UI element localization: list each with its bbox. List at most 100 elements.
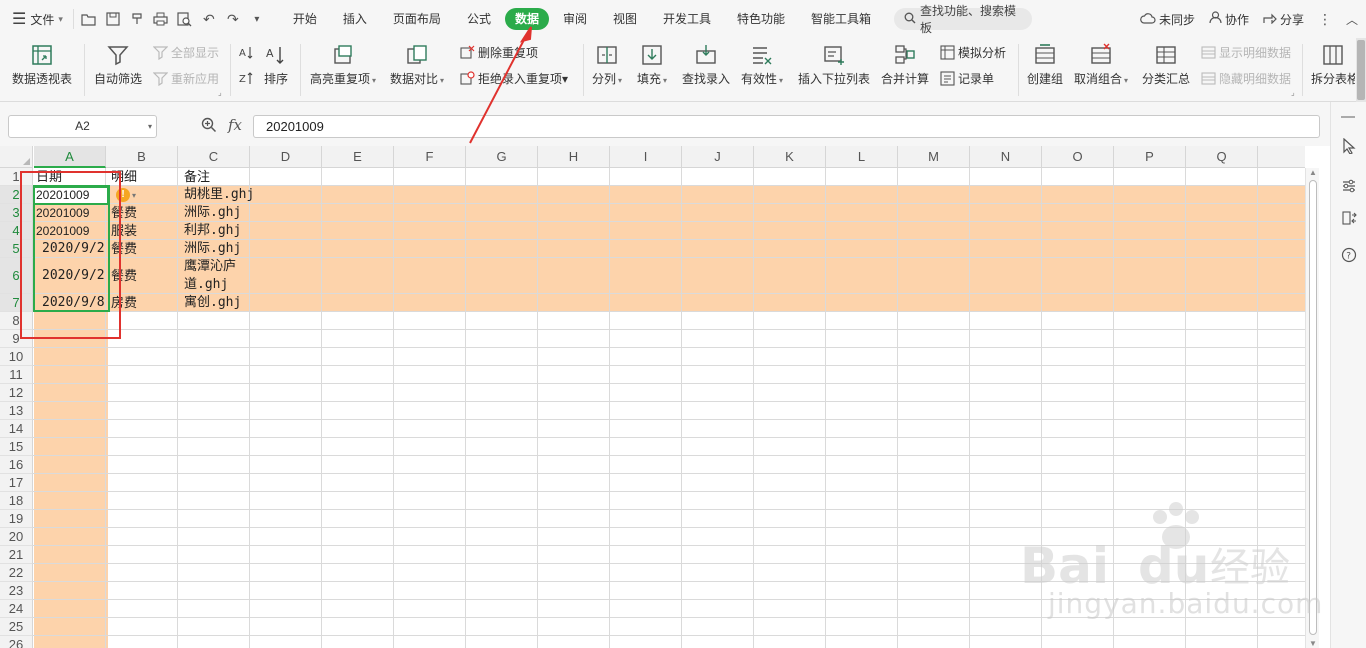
tab-home[interactable]: 开始 [281,8,329,30]
sort-button[interactable]: A 排序 [263,38,289,87]
collaborate-button[interactable]: 协作 [1209,11,1249,28]
tab-view[interactable]: 视图 [601,8,649,30]
row-header-26[interactable]: 26 [0,636,33,648]
collapse-ribbon-icon[interactable]: ︿ [1346,11,1358,28]
cell-c5[interactable]: 洲际.ghj [184,240,241,258]
cell-c7[interactable]: 寓创.ghj [184,294,241,312]
row-header-17[interactable]: 17 [0,474,33,492]
row-header-20[interactable]: 20 [0,528,33,546]
print-icon[interactable] [152,10,170,28]
row-header-11[interactable]: 11 [0,366,33,384]
open-folder-icon[interactable] [80,10,98,28]
feature-search[interactable]: 查找功能、搜索模板 [894,4,1033,35]
sort-descending-button[interactable]: Z [238,68,257,88]
column-header-f[interactable]: F [394,146,466,168]
sort-ascending-button[interactable]: A [238,42,257,62]
tab-developer[interactable]: 开发工具 [651,8,723,30]
record-form-button[interactable]: 记录单 [939,68,994,88]
column-header-h[interactable]: H [538,146,610,168]
tab-formulas[interactable]: 公式 [455,8,503,30]
hide-detail-button[interactable]: 隐藏明细数据 [1200,68,1291,88]
vertical-scrollbar-thumb[interactable] [1309,180,1317,635]
tab-review[interactable]: 审阅 [551,8,599,30]
row-header-24[interactable]: 24 [0,600,33,618]
row-header-21[interactable]: 21 [0,546,33,564]
customize-toolbar-icon[interactable]: ▾ [248,10,266,28]
name-box[interactable]: A2 ▾ [8,115,157,138]
tab-data[interactable]: 数据 [504,8,549,30]
data-compare-button[interactable]: 数据对比 ▾ [390,38,444,87]
row-header-19[interactable]: 19 [0,510,33,528]
column-header-q[interactable]: Q [1186,146,1258,168]
row-header-22[interactable]: 22 [0,564,33,582]
ribbon-scrollbar[interactable] [1356,38,1366,102]
ungroup-button[interactable]: 取消组合 ▾ [1074,38,1128,87]
row-header-15[interactable]: 15 [0,438,33,456]
column-header-b[interactable]: B [106,146,178,168]
column-header-p[interactable]: P [1114,146,1186,168]
cell-c1[interactable]: 备注 [184,168,210,186]
chevron-down-icon[interactable]: ▾ [148,116,152,137]
cell-c2[interactable]: 胡桃里.ghj [184,186,254,204]
redo-icon[interactable]: ↷ [224,10,242,28]
dialog-launcher-icon[interactable]: ⌟ [1291,88,1295,97]
zoom-search-icon[interactable] [201,117,217,137]
save-icon[interactable] [104,10,122,28]
autofilter-button[interactable]: 自动筛选 [94,38,142,87]
share-button[interactable]: 分享 [1263,11,1304,28]
row-header-18[interactable]: 18 [0,492,33,510]
help-icon[interactable]: ? [1339,245,1359,265]
row-header-12[interactable]: 12 [0,384,33,402]
ribbon-scrollbar-thumb[interactable] [1357,40,1365,100]
select-all-corner[interactable] [0,146,33,168]
column-header-c[interactable]: C [178,146,250,168]
lookup-entry-button[interactable]: 查找录入 [682,38,730,87]
column-header-o[interactable]: O [1042,146,1114,168]
pivot-table-button[interactable]: 数据透视表 [12,38,72,87]
column-header-m[interactable]: M [898,146,970,168]
file-menu[interactable]: ☰ 文件 ▾ [0,0,73,38]
formula-input[interactable]: 20201009 [253,115,1320,138]
dialog-launcher-icon[interactable]: ⌟ [218,88,222,97]
column-header-g[interactable]: G [466,146,538,168]
show-detail-button[interactable]: 显示明细数据 [1200,42,1291,62]
column-header-k[interactable]: K [754,146,826,168]
tab-special-features[interactable]: 特色功能 [725,8,797,30]
highlight-duplicates-button[interactable]: 高亮重复项 ▾ [310,38,376,87]
create-group-button[interactable]: 创建组 [1027,38,1063,87]
insert-function-icon[interactable]: fx [228,116,242,134]
reject-duplicates-button[interactable]: 拒绝录入重复项▾ [459,68,568,88]
scroll-up-icon[interactable]: ▲ [1309,168,1317,177]
tab-insert[interactable]: 插入 [331,8,379,30]
cell-c3[interactable]: 洲际.ghj [184,204,241,222]
row-header-25[interactable]: 25 [0,618,33,636]
more-options-icon[interactable]: ⋮ [1318,11,1332,28]
row-header-14[interactable]: 14 [0,420,33,438]
undo-icon[interactable]: ↶ [200,10,218,28]
select-cursor-icon[interactable] [1339,136,1359,156]
show-all-button[interactable]: 全部显示 [152,42,219,62]
transfer-icon[interactable] [1339,208,1359,228]
column-header-j[interactable]: J [682,146,754,168]
cell-c6[interactable]: 鹰潭沁庐 [184,258,236,276]
print-preview-icon[interactable] [176,10,194,28]
chevron-down-icon[interactable]: ▾ [132,191,136,200]
scroll-down-icon[interactable]: ▼ [1309,639,1317,648]
insert-dropdown-list-button[interactable]: 插入下拉列表 [798,38,870,87]
column-header-l[interactable]: L [826,146,898,168]
sync-button[interactable]: 未同步 [1140,11,1195,28]
subtotal-button[interactable]: 分类汇总 [1142,38,1190,87]
split-column-button[interactable]: 分列 ▾ [592,38,622,87]
consolidate-button[interactable]: 合并计算 [881,38,929,87]
column-header-d[interactable]: D [250,146,322,168]
row-header-16[interactable]: 16 [0,456,33,474]
reapply-button[interactable]: 重新应用 [152,68,219,88]
row-header-13[interactable]: 13 [0,402,33,420]
fill-button[interactable]: 填充 ▾ [637,38,667,87]
column-header-i[interactable]: I [610,146,682,168]
split-table-button[interactable]: 拆分表格 [1311,38,1355,87]
column-header-a[interactable]: A [34,146,106,168]
format-painter-icon[interactable] [128,10,146,28]
cell-c4[interactable]: 利邦.ghj [184,222,241,240]
what-if-analysis-button[interactable]: 模拟分析 [939,42,1006,62]
